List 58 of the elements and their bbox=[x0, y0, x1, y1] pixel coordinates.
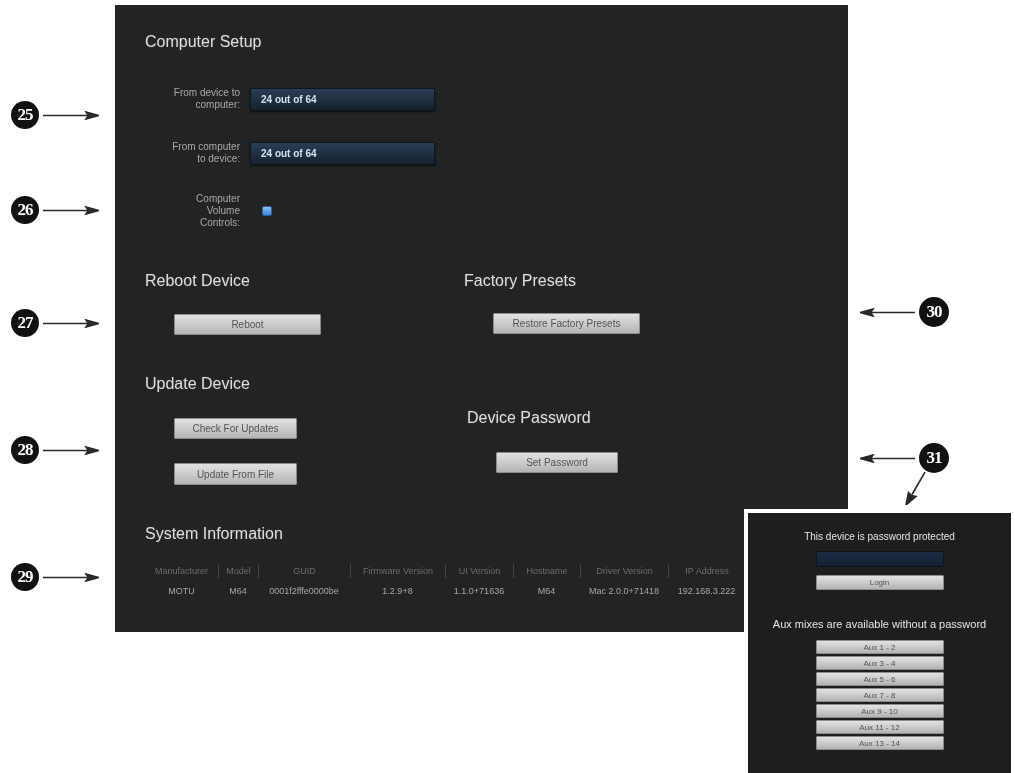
table-cell-text: 1.2.9+8 bbox=[381, 585, 414, 598]
arrow-icon bbox=[860, 307, 915, 317]
channel-count-field[interactable]: 24 out of 64 bbox=[250, 87, 435, 111]
section-title: Reboot Device bbox=[145, 271, 250, 291]
section-title: System Information bbox=[145, 524, 283, 544]
callout-number: 27 bbox=[11, 309, 39, 337]
column-header: Firmware Version bbox=[350, 564, 445, 578]
column-header: GUID bbox=[258, 564, 350, 578]
column-header: Hostname bbox=[513, 564, 580, 578]
arrow-icon bbox=[43, 445, 99, 455]
field-label: From device to computer: bbox=[172, 87, 240, 111]
callout-number: 29 bbox=[11, 563, 39, 591]
channel-count-field[interactable]: 24 out of 64 bbox=[250, 141, 435, 165]
arrow-icon bbox=[43, 318, 99, 328]
column-header: Driver Version bbox=[580, 564, 668, 578]
table-cell-text: 0001f2fffe0000be bbox=[268, 585, 340, 598]
callout-number: 28 bbox=[11, 436, 39, 464]
callout-number: 25 bbox=[11, 101, 39, 129]
password-button[interactable]: Set Password bbox=[496, 452, 618, 473]
aux-mix-button[interactable]: Aux 9 - 10 bbox=[815, 704, 944, 718]
arrow-icon bbox=[43, 110, 99, 120]
aux-mix-button[interactable]: Aux 1 - 2 bbox=[815, 640, 944, 654]
aux-mixes-note: Aux mixes are available without a password bbox=[772, 618, 987, 631]
section-title: Device Password bbox=[467, 408, 591, 428]
password-field[interactable] bbox=[815, 551, 944, 567]
table-cell-text: Mac 2.0.0+71418 bbox=[588, 585, 660, 598]
password-message: This device is password protected bbox=[804, 531, 955, 543]
checkbox[interactable] bbox=[262, 206, 272, 216]
update-button[interactable]: Update From File bbox=[174, 463, 297, 485]
update-button[interactable]: Check For Updates bbox=[174, 418, 297, 439]
column-header: Manufacturer bbox=[154, 565, 209, 578]
section-title: Computer Setup bbox=[145, 32, 262, 52]
login-button[interactable]: Login bbox=[815, 575, 944, 590]
field-label: From computer to device: bbox=[171, 141, 240, 165]
checkbox-label: Computer Volume Controls: bbox=[195, 193, 240, 229]
aux-mix-button[interactable]: Aux 11 - 12 bbox=[815, 720, 944, 734]
arrow-icon bbox=[860, 453, 915, 463]
section-title: Factory Presets bbox=[464, 271, 577, 291]
callout-number: 30 bbox=[919, 297, 949, 327]
column-header: UI Version bbox=[445, 564, 513, 578]
reboot-button[interactable]: Reboot bbox=[174, 314, 321, 335]
arrow-icon bbox=[43, 205, 99, 215]
table-cell-text: MOTU bbox=[167, 585, 196, 598]
table-cell-text: M64 bbox=[536, 585, 557, 598]
aux-mix-button[interactable]: Aux 3 - 4 bbox=[815, 656, 944, 670]
aux-mix-button[interactable]: Aux 5 - 6 bbox=[815, 672, 944, 686]
callout-number: 26 bbox=[11, 196, 39, 224]
section-title: Update Device bbox=[145, 374, 250, 394]
table-cell-text: M64 bbox=[228, 585, 248, 598]
column-header: Model bbox=[218, 564, 258, 578]
aux-mix-button[interactable]: Aux 13 - 14 bbox=[815, 736, 944, 750]
arrow-icon bbox=[43, 572, 99, 582]
callout-number: 31 bbox=[919, 443, 949, 473]
arrow-icon bbox=[905, 472, 927, 505]
table-cell-text: 192.168.3.222 bbox=[676, 585, 737, 598]
table-cell-text: 1.1.0+71636 bbox=[452, 585, 506, 598]
restore-button[interactable]: Restore Factory Presets bbox=[493, 313, 640, 334]
aux-mix-button[interactable]: Aux 7 - 8 bbox=[815, 688, 944, 702]
